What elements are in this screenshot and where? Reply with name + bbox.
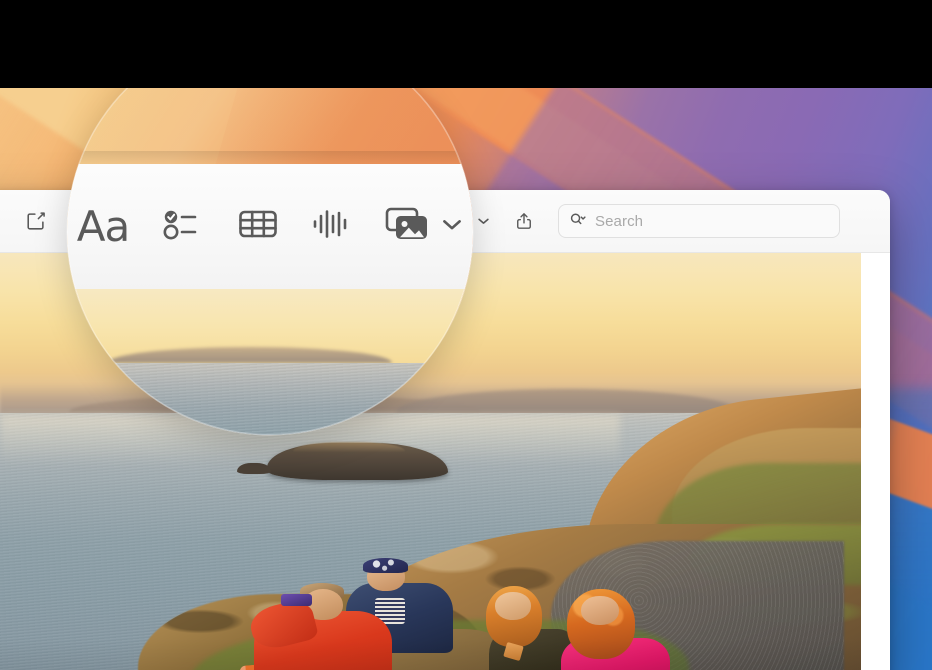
checklist-icon [161, 204, 205, 249]
chevron-down-icon [477, 206, 490, 236]
search-field[interactable]: Search [558, 204, 840, 238]
checklist-button[interactable] [161, 204, 205, 249]
share-icon [514, 210, 534, 232]
toolbar-left-group [0, 206, 54, 236]
chevron-down-icon [441, 216, 463, 237]
media-photos-icon [383, 203, 433, 250]
audio-button[interactable] [311, 204, 351, 249]
search-icon [569, 211, 588, 232]
media-button[interactable] [383, 203, 463, 250]
screenshot-stage: Search Aa [0, 0, 932, 670]
share-button[interactable] [506, 206, 542, 236]
format-button[interactable]: Aa [76, 201, 130, 251]
toolbar-right-group: Search [455, 204, 890, 238]
compose-button[interactable] [18, 206, 54, 236]
compose-icon [25, 210, 47, 232]
table-button[interactable] [237, 205, 279, 248]
top-black-bar [0, 0, 932, 88]
format-aa-icon: Aa [76, 201, 130, 251]
audio-wave-icon [311, 204, 351, 249]
magnifier-content: Aa [67, 29, 473, 435]
table-icon [237, 205, 279, 248]
magnified-toolbar: Aa [67, 164, 473, 289]
search-input[interactable]: Search [595, 213, 643, 230]
magnifier-lens: Aa [67, 29, 473, 435]
